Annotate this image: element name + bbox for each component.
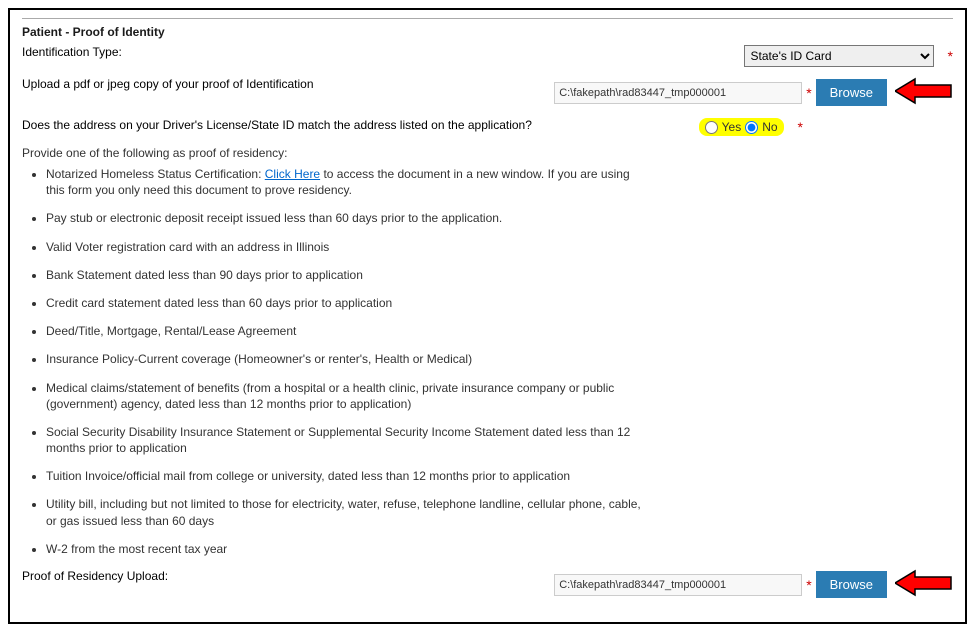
required-asterisk: * — [948, 48, 953, 64]
list-item: Deed/Title, Mortgage, Rental/Lease Agree… — [46, 323, 642, 339]
upload-id-label: Upload a pdf or jpeg copy of your proof … — [22, 77, 554, 91]
browse-button-2[interactable]: Browse — [816, 571, 887, 598]
no-label: No — [762, 120, 777, 134]
section-title: Patient - Proof of Identity — [22, 25, 953, 39]
file-path-display-2: C:\fakepath\rad83447_tmp000001 — [554, 574, 802, 596]
required-asterisk: * — [806, 577, 811, 593]
arrow-icon — [895, 77, 953, 108]
proof-list: Notarized Homeless Status Certification:… — [22, 166, 642, 557]
list-item: Medical claims/statement of benefits (fr… — [46, 380, 642, 412]
list-item: W-2 from the most recent tax year — [46, 541, 642, 557]
list-item: Utility bill, including but not limited … — [46, 496, 642, 528]
list-item: Social Security Disability Insurance Sta… — [46, 424, 642, 456]
file-path-display-1: C:\fakepath\rad83447_tmp000001 — [554, 82, 802, 104]
list-item: Pay stub or electronic deposit receipt i… — [46, 210, 642, 226]
list-item: Credit card statement dated less than 60… — [46, 295, 642, 311]
address-match-no-radio[interactable] — [745, 121, 758, 134]
list-item: Insurance Policy-Current coverage (Homeo… — [46, 351, 642, 367]
list-item: Notarized Homeless Status Certification:… — [46, 166, 642, 198]
arrow-icon — [895, 569, 953, 600]
provide-intro: Provide one of the following as proof of… — [22, 146, 953, 160]
list-item: Valid Voter registration card with an ad… — [46, 239, 642, 255]
required-asterisk: * — [806, 85, 811, 101]
click-here-link[interactable]: Click Here — [265, 167, 320, 181]
required-asterisk: * — [798, 119, 803, 135]
yes-label: Yes — [722, 120, 742, 134]
proof-residency-upload-label: Proof of Residency Upload: — [22, 569, 554, 583]
identification-type-select[interactable]: State's ID Card — [744, 45, 934, 67]
list-item: Bank Statement dated less than 90 days p… — [46, 267, 642, 283]
list-item: Tuition Invoice/official mail from colle… — [46, 468, 642, 484]
identification-type-label: Identification Type: — [22, 45, 642, 59]
browse-button-1[interactable]: Browse — [816, 79, 887, 106]
address-match-label: Does the address on your Driver's Licens… — [22, 118, 642, 132]
address-match-yes-radio[interactable] — [705, 121, 718, 134]
